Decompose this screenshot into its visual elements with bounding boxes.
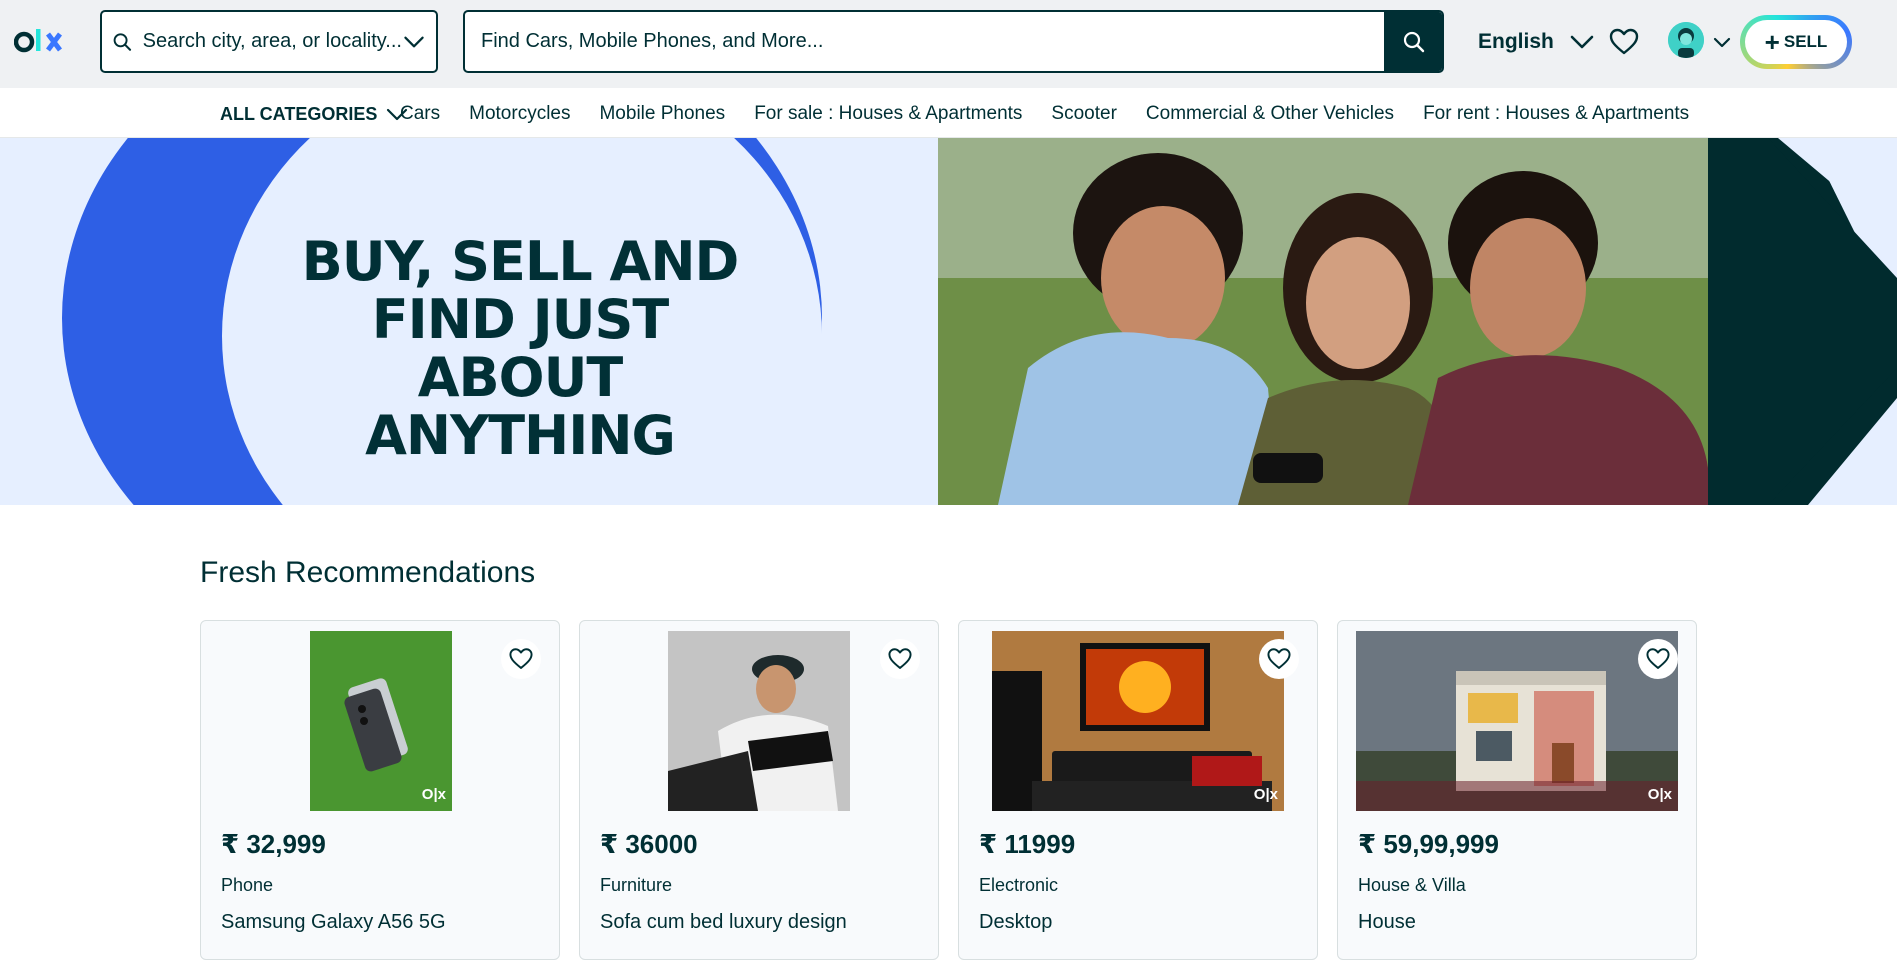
favorite-button[interactable] [1638, 639, 1678, 679]
favorite-button[interactable] [880, 639, 920, 679]
olx-watermark-icon: O|x [1253, 786, 1278, 803]
search-icon [113, 32, 132, 51]
listing-image: O|x [1356, 631, 1678, 811]
listing-price: ₹ 11999 [979, 829, 1076, 859]
listing-title: Sofa cum bed luxury design [600, 911, 847, 933]
hero-right-panel [1708, 138, 1897, 505]
category-nav: ALL CATEGORIES Cars Motorcycles Mobile P… [0, 88, 1897, 138]
listing-card[interactable]: O|x ₹ 59,99,999 House & Villa House [1337, 620, 1697, 960]
nav-item-houses-for-rent[interactable]: For rent : Houses & Apartments [1423, 103, 1689, 125]
user-avatar-icon [1668, 22, 1704, 58]
favorite-button[interactable] [501, 639, 541, 679]
listing-price: ₹ 32,999 [221, 829, 326, 859]
listing-image: O|x [310, 631, 452, 811]
hero-line-3: ANYTHING [365, 404, 676, 467]
listing-image: O|x [992, 631, 1284, 811]
heart-icon [888, 648, 912, 669]
nav-item-motorcycles[interactable]: Motorcycles [469, 103, 570, 125]
language-selector[interactable]: English [1478, 24, 1596, 60]
search-input[interactable]: Find Cars, Mobile Phones, and More... [463, 10, 1444, 73]
person-photo [668, 631, 850, 811]
heart-icon [1267, 648, 1291, 669]
listing-title: Samsung Galaxy A56 5G [221, 911, 446, 933]
olx-watermark-icon: O|x [1647, 786, 1672, 803]
heart-icon[interactable] [1608, 26, 1640, 58]
listing-price: ₹ 59,99,999 [1358, 829, 1499, 859]
desktop-photo [992, 631, 1284, 811]
hero-photo [938, 138, 1708, 505]
hero-arrow-decoration [1708, 138, 1897, 505]
hero-headline: BUY, SELL AND FIND JUST ABOUT ANYTHING [280, 233, 760, 465]
nav-item-cars[interactable]: Cars [400, 103, 440, 125]
heart-icon [1646, 648, 1670, 669]
sell-label: SELL [1783, 32, 1828, 51]
top-header: Search city, area, or locality... Find C… [0, 0, 1897, 88]
listing-title: House [1358, 911, 1416, 933]
listing-category: Furniture [600, 875, 673, 895]
hero-line-1: BUY, SELL AND [301, 230, 740, 293]
chevron-down-icon[interactable] [402, 28, 426, 56]
chevron-down-icon [1570, 35, 1594, 49]
listing-category: Electronic [979, 875, 1059, 895]
phone-photo [310, 631, 452, 811]
section-title: Fresh Recommendations [200, 556, 536, 589]
listing-card[interactable]: O|x ₹ 11999 Electronic Desktop [958, 620, 1318, 960]
location-input[interactable]: Search city, area, or locality... [100, 10, 438, 73]
listing-card[interactable]: ₹ 36000 Furniture Sofa cum bed luxury de… [579, 620, 939, 960]
chevron-down-icon[interactable] [1712, 32, 1732, 52]
listing-price: ₹ 36000 [600, 829, 698, 859]
search-icon [1403, 31, 1425, 52]
nav-item-houses-for-sale[interactable]: For sale : Houses & Apartments [754, 103, 1022, 125]
nav-item-scooter[interactable]: Scooter [1051, 103, 1116, 125]
hero-graphic: BUY, SELL AND FIND JUST ABOUT ANYTHING [0, 138, 938, 505]
olx-watermark-icon: O|x [421, 786, 446, 803]
all-categories-label: ALL CATEGORIES [220, 103, 378, 124]
listing-image [668, 631, 850, 811]
listing-category: House & Villa [1358, 875, 1466, 895]
hero-line-2: FIND JUST ABOUT [371, 288, 669, 409]
plus-icon: + [1764, 27, 1780, 57]
nav-item-commercial-vehicles[interactable]: Commercial & Other Vehicles [1146, 103, 1394, 125]
olx-logo[interactable] [14, 26, 76, 58]
house-photo [1356, 631, 1678, 811]
all-categories-dropdown[interactable]: ALL CATEGORIES [220, 102, 409, 126]
listing-title: Desktop [979, 911, 1053, 933]
language-label: English [1478, 30, 1554, 53]
people-photo-illustration [938, 138, 1708, 505]
favorite-button[interactable] [1259, 639, 1299, 679]
heart-icon [509, 648, 533, 669]
listing-category: Phone [221, 875, 274, 895]
search-placeholder: Find Cars, Mobile Phones, and More... [481, 30, 824, 52]
listing-card[interactable]: O|x ₹ 32,999 Phone Samsung Galaxy A56 5G [200, 620, 560, 960]
hero-banner[interactable]: BUY, SELL AND FIND JUST ABOUT ANYTHING [0, 138, 1897, 505]
search-button[interactable] [1384, 12, 1442, 71]
avatar[interactable] [1668, 22, 1704, 58]
location-placeholder: Search city, area, or locality... [142, 30, 402, 52]
nav-item-mobile-phones[interactable]: Mobile Phones [599, 103, 725, 125]
sell-button[interactable]: + SELL [1740, 15, 1852, 69]
